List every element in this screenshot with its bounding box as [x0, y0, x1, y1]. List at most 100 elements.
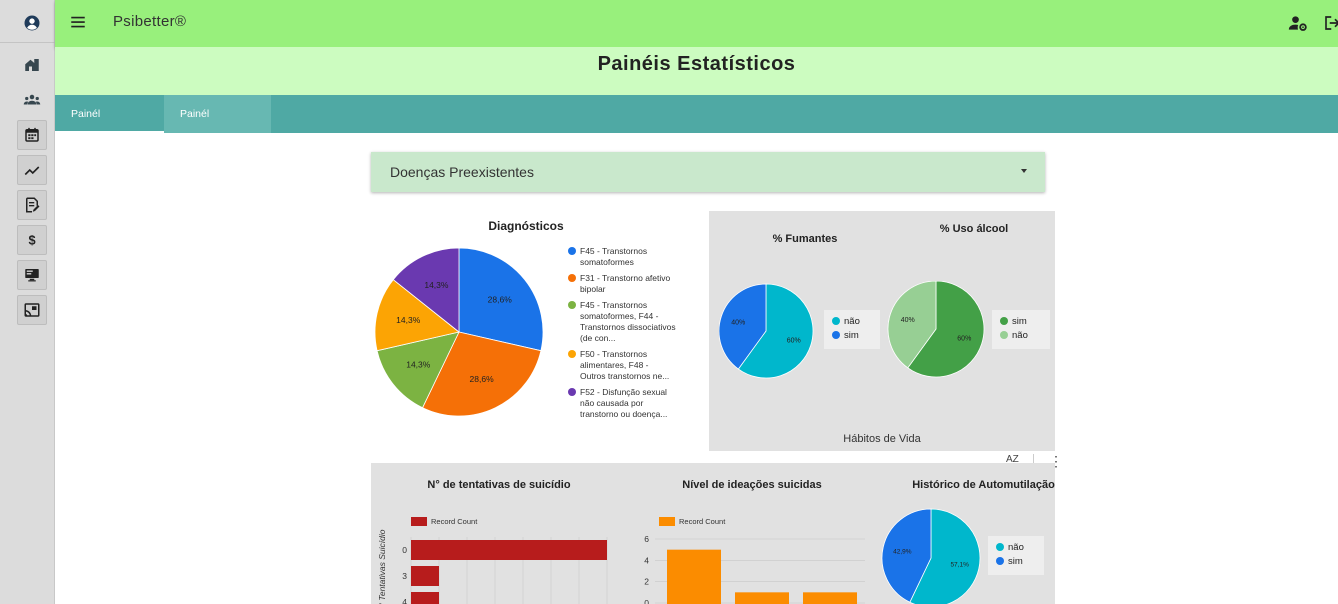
- app-brand: Psibetter®: [113, 13, 187, 30]
- sidebar: $: [0, 0, 55, 604]
- legend-swatch: [568, 247, 576, 255]
- legend-swatch: [659, 517, 675, 526]
- legend-label: não: [844, 316, 860, 327]
- section-dropdown-label: Doenças Preexistentes: [390, 164, 534, 180]
- bar-chart-ideacoes: Record Count 6 4 2 0: [644, 517, 865, 604]
- legend-label: Record Count: [679, 517, 726, 526]
- sidebar-item-patients[interactable]: [17, 85, 47, 115]
- legend-label: não: [1008, 542, 1024, 553]
- tick-label: 0: [402, 545, 407, 555]
- pie-fumantes: 60% 40%: [719, 283, 814, 379]
- top-app-bar: Psibetter®: [55, 0, 1338, 47]
- legend-item: não: [996, 542, 1036, 553]
- slice-label: 14,3%: [424, 280, 449, 290]
- menu-button[interactable]: [69, 13, 87, 31]
- sidebar-item-statistics[interactable]: [17, 155, 47, 185]
- chart-title-alcool: % Uso álcool: [939, 223, 1009, 235]
- panel-suicidio: N° de tentativas de suicídio Nível de id…: [371, 463, 1055, 604]
- avatar-button[interactable]: [17, 8, 47, 38]
- people-icon: [23, 94, 41, 105]
- legend-item: sim: [1000, 316, 1042, 327]
- legend-label: F31 - Transtorno afetivo bipolar: [580, 273, 671, 294]
- legend-item: não: [1000, 330, 1042, 341]
- legend-alcool: sim não: [992, 310, 1050, 349]
- sidebar-item-records[interactable]: [17, 190, 47, 220]
- slice-label: 57,1%: [950, 562, 969, 569]
- legend-label: sim: [844, 330, 859, 341]
- hamburger-icon: [71, 16, 85, 28]
- legend-swatch: [411, 517, 427, 526]
- sidebar-item-cast[interactable]: [17, 295, 47, 325]
- monitor-icon: [25, 269, 39, 282]
- chart-title-diagnosticos: Diagnósticos: [488, 219, 564, 233]
- logout-icon: [1325, 16, 1338, 30]
- bar: [411, 540, 607, 560]
- tick-label: 2: [644, 577, 649, 587]
- bar: [411, 566, 439, 586]
- bar: [411, 592, 439, 604]
- axis-label: N° Tentativas Suicídio: [377, 529, 387, 604]
- slice-label: 40%: [731, 319, 745, 326]
- edit-note-icon: [26, 197, 40, 213]
- tab-bar: Painél Pacientes Painél Financeiro: [55, 95, 1338, 158]
- legend-swatch: [996, 543, 1004, 551]
- sidebar-item-home[interactable]: [17, 50, 47, 80]
- svg-text:$: $: [28, 233, 35, 248]
- legend-label: F52 - Disfunção sexual não causada por t…: [580, 387, 668, 419]
- slice-label: 14,3%: [406, 359, 431, 369]
- legend-label: sim: [1012, 316, 1027, 327]
- legend-item: F31 - Transtorno afetivo bipolar: [568, 273, 676, 295]
- slice-label: 28,6%: [470, 374, 495, 384]
- bar: [803, 592, 857, 604]
- tab-pacientes[interactable]: Painél Pacientes: [55, 95, 164, 158]
- sidebar-item-finance[interactable]: $: [17, 225, 47, 255]
- slice-label: 28,6%: [488, 294, 513, 304]
- legend-item: sim: [996, 556, 1036, 567]
- legend-swatch: [568, 274, 576, 282]
- legend-swatch: [996, 557, 1004, 565]
- trend-icon: [24, 166, 40, 176]
- legend-swatch: [568, 388, 576, 396]
- panel-habitos-de-vida: % Fumantes % Uso álcool 60% 40% 60% 40% nã…: [709, 211, 1055, 451]
- legend-swatch: [568, 301, 576, 309]
- legend-swatch: [568, 350, 576, 358]
- legend-automutilacao: não sim: [988, 536, 1044, 575]
- sidebar-divider: [0, 42, 55, 43]
- pie-alcool: 60% 40%: [887, 281, 985, 378]
- logout-button[interactable]: [1323, 13, 1338, 33]
- user-settings-button[interactable]: [1288, 13, 1308, 33]
- sidebar-item-calendar[interactable]: [17, 120, 47, 150]
- tick-label: 3: [402, 571, 407, 581]
- legend-label: F45 - Transtornos somatoformes: [580, 246, 648, 267]
- sidebar-item-monitor[interactable]: [17, 260, 47, 290]
- legend-swatch: [1000, 331, 1008, 339]
- legend-diagnosticos: F45 - Transtornos somatoformes F31 - Tra…: [568, 246, 676, 425]
- legend-item: sim: [832, 330, 872, 341]
- chart-title-automutilacao: Histórico de Automutilação: [912, 479, 1055, 491]
- legend-swatch: [832, 331, 840, 339]
- slice-label: 42,9%: [893, 549, 912, 556]
- pie-automutilacao: 57,1% 42,9%: [881, 508, 981, 604]
- dollar-icon: $: [28, 233, 35, 248]
- slice-label: 60%: [787, 337, 801, 344]
- chart-title-fumantes: % Fumantes: [772, 233, 838, 245]
- chart-title-tentativas: N° de tentativas de suicídio: [427, 479, 571, 491]
- avatar-icon: [24, 15, 40, 31]
- tick-label: 4: [402, 597, 407, 604]
- panel-footer-habitos: Hábitos de Vida: [843, 433, 921, 445]
- legend-swatch: [1000, 317, 1008, 325]
- pie-diagnosticos: 28,6% 28,6% 14,3% 14,3% 14,3%: [374, 247, 544, 417]
- section-dropdown[interactable]: Doenças Preexistentes: [371, 152, 1045, 192]
- legend-label: Record Count: [431, 517, 478, 526]
- cast-icon: [24, 303, 40, 317]
- page-title: Painéis Estatísticos: [597, 53, 796, 75]
- legend-swatch: [832, 317, 840, 325]
- legend-item: F45 - Transtornos somatoformes, F44 - Tr…: [568, 300, 676, 344]
- legend-label: sim: [1008, 556, 1023, 567]
- tab-financeiro[interactable]: Painél Financeiro: [164, 95, 271, 158]
- home-icon: [25, 59, 39, 71]
- calendar-icon: [25, 127, 39, 142]
- legend-item: não: [832, 316, 872, 327]
- slice-label: 14,3%: [396, 315, 421, 325]
- bar-chart-tentativas: Record Count 0 3 4 N° Tentativas Suicídio: [377, 517, 608, 604]
